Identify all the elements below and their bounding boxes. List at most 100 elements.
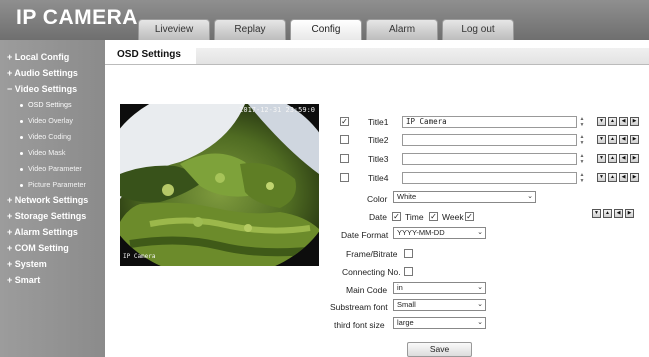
date-format-select-value: YYYY-MM-DD (397, 228, 445, 237)
arrow-down-icon[interactable]: ▼ (597, 117, 606, 126)
sidebar-item-storage-settings[interactable]: + Storage Settings (7, 211, 86, 221)
arrow-down-icon[interactable]: ▼ (597, 173, 606, 182)
title2-checkbox[interactable] (340, 135, 349, 144)
arrow-up-icon[interactable]: ▲ (603, 209, 612, 218)
sidebar-item-audio-settings[interactable]: + Audio Settings (7, 68, 78, 78)
third-font-size-select-value: large (397, 318, 414, 327)
sidebar-subitem-osd-settings[interactable]: OSD Settings (20, 100, 72, 109)
chevron-down-icon: ⌄ (527, 193, 533, 200)
color-select[interactable]: White ⌄ (393, 191, 536, 203)
tab-log-out[interactable]: Log out (442, 19, 514, 40)
color-select-value: White (397, 192, 417, 201)
bullet-icon (20, 103, 23, 107)
sidebar-subitem-video-parameter[interactable]: Video Parameter (20, 164, 82, 173)
sidebar-subitem-video-overlay[interactable]: Video Overlay (20, 116, 73, 125)
arrow-left-icon[interactable]: ◀ (619, 173, 628, 182)
osd-timestamp-overlay: 2017-12-31 23:59:0 (239, 106, 315, 114)
arrow-left-icon[interactable]: ◀ (619, 117, 628, 126)
date-format-select[interactable]: YYYY-MM-DD ⌄ (393, 227, 486, 239)
title1-position-controls: ▼ ▲ ◀ ▶ (597, 117, 641, 126)
connecting-no-label: Connecting No. (342, 267, 401, 277)
substream-font-select[interactable]: Small ⌄ (393, 299, 486, 311)
header-bar: IP CAMERA Liveview Replay Config Alarm L… (0, 0, 649, 40)
title2-spinner-icon[interactable]: ▲ ▼ (578, 134, 586, 146)
tab-config[interactable]: Config (290, 19, 362, 40)
main-code-select[interactable]: in ⌄ (393, 282, 486, 294)
arrow-right-icon[interactable]: ▶ (630, 154, 639, 163)
title2-label: Title2 (368, 135, 389, 145)
video-preview[interactable]: 2017-12-31 23:59:0 IP Camera (120, 104, 319, 266)
arrow-right-icon[interactable]: ▶ (625, 209, 634, 218)
color-label: Color (367, 194, 388, 204)
chevron-down-icon: ⌄ (477, 229, 483, 236)
tab-osd-settings[interactable]: OSD Settings (107, 45, 195, 64)
arrow-left-icon[interactable]: ◀ (619, 154, 628, 163)
sidebar-item-local-config[interactable]: + Local Config (7, 52, 69, 62)
sidebar-subitem-video-coding[interactable]: Video Coding (20, 132, 71, 141)
arrow-down-icon[interactable]: ▼ (597, 154, 606, 163)
arrow-right-icon[interactable]: ▶ (630, 117, 639, 126)
arrow-left-icon[interactable]: ◀ (619, 135, 628, 144)
tab-liveview[interactable]: Liveview (138, 19, 210, 40)
third-font-size-select[interactable]: large ⌄ (393, 317, 486, 329)
frame-bitrate-checkbox[interactable] (404, 249, 413, 258)
title4-checkbox[interactable] (340, 173, 349, 182)
date-checkbox[interactable]: ✓ (392, 212, 401, 221)
title4-spinner-icon[interactable]: ▲ ▼ (578, 172, 586, 184)
sidebar-subitem-label: Video Coding (28, 132, 72, 141)
arrow-right-icon[interactable]: ▶ (630, 135, 639, 144)
title3-checkbox[interactable] (340, 154, 349, 163)
bullet-icon (20, 183, 23, 187)
sidebar-subitem-label: Video Overlay (28, 116, 74, 125)
title3-spinner-icon[interactable]: ▲ ▼ (578, 153, 586, 165)
arrow-right-icon[interactable]: ▶ (630, 173, 639, 182)
sidebar-subitem-label: Video Mask (28, 148, 66, 157)
title4-label: Title4 (368, 173, 389, 183)
title4-position-controls: ▼ ▲ ◀ ▶ (597, 173, 641, 182)
save-button[interactable]: Save (407, 342, 472, 357)
osd-title-overlay: IP Camera (123, 253, 156, 260)
title1-label: Title1 (368, 117, 389, 127)
third-font-size-label: third font size (334, 320, 385, 330)
sidebar: + Local Config + Audio Settings − Video … (0, 40, 105, 357)
sidebar-item-alarm-settings[interactable]: + Alarm Settings (7, 227, 78, 237)
title3-label: Title3 (368, 154, 389, 164)
tab-alarm[interactable]: Alarm (366, 19, 438, 40)
arrow-up-icon[interactable]: ▲ (608, 117, 617, 126)
title4-input[interactable] (402, 172, 577, 184)
sidebar-item-video-settings[interactable]: − Video Settings (7, 84, 77, 94)
connecting-no-checkbox[interactable] (404, 267, 413, 276)
date-label: Date (369, 212, 387, 222)
chevron-down-icon: ⌄ (477, 284, 483, 291)
title3-position-controls: ▼ ▲ ◀ ▶ (597, 154, 641, 163)
week-checkbox[interactable]: ✓ (465, 212, 474, 221)
app-logo: IP CAMERA (16, 6, 138, 29)
bullet-icon (20, 119, 23, 123)
main-nav: Liveview Replay Config Alarm Log out (138, 19, 518, 40)
title1-spinner-icon[interactable]: ▲ ▼ (578, 116, 586, 128)
title1-checkbox[interactable]: ✓ (340, 117, 349, 126)
arrow-up-icon[interactable]: ▲ (608, 154, 617, 163)
arrow-left-icon[interactable]: ◀ (614, 209, 623, 218)
sidebar-subitem-label: OSD Settings (28, 100, 72, 109)
title3-input[interactable] (402, 153, 577, 165)
sidebar-subitem-picture-parameter[interactable]: Picture Parameter (20, 180, 86, 189)
tab-replay[interactable]: Replay (214, 19, 286, 40)
fisheye-image (120, 104, 319, 266)
sidebar-item-network-settings[interactable]: + Network Settings (7, 195, 88, 205)
content-divider (105, 64, 649, 65)
arrow-down-icon[interactable]: ▼ (592, 209, 601, 218)
week-label: Week (442, 212, 464, 222)
sidebar-item-com-setting[interactable]: + COM Setting (7, 243, 69, 253)
title2-input[interactable] (402, 134, 577, 146)
sidebar-item-system[interactable]: + System (7, 259, 47, 269)
time-checkbox[interactable]: ✓ (429, 212, 438, 221)
arrow-up-icon[interactable]: ▲ (608, 135, 617, 144)
sidebar-subitem-label: Video Parameter (28, 164, 82, 173)
sidebar-subitem-video-mask[interactable]: Video Mask (20, 148, 65, 157)
arrow-down-icon[interactable]: ▼ (597, 135, 606, 144)
sidebar-item-smart[interactable]: + Smart (7, 275, 40, 285)
arrow-up-icon[interactable]: ▲ (608, 173, 617, 182)
bullet-icon (20, 167, 23, 171)
title1-input[interactable]: IP Camera (402, 116, 577, 128)
